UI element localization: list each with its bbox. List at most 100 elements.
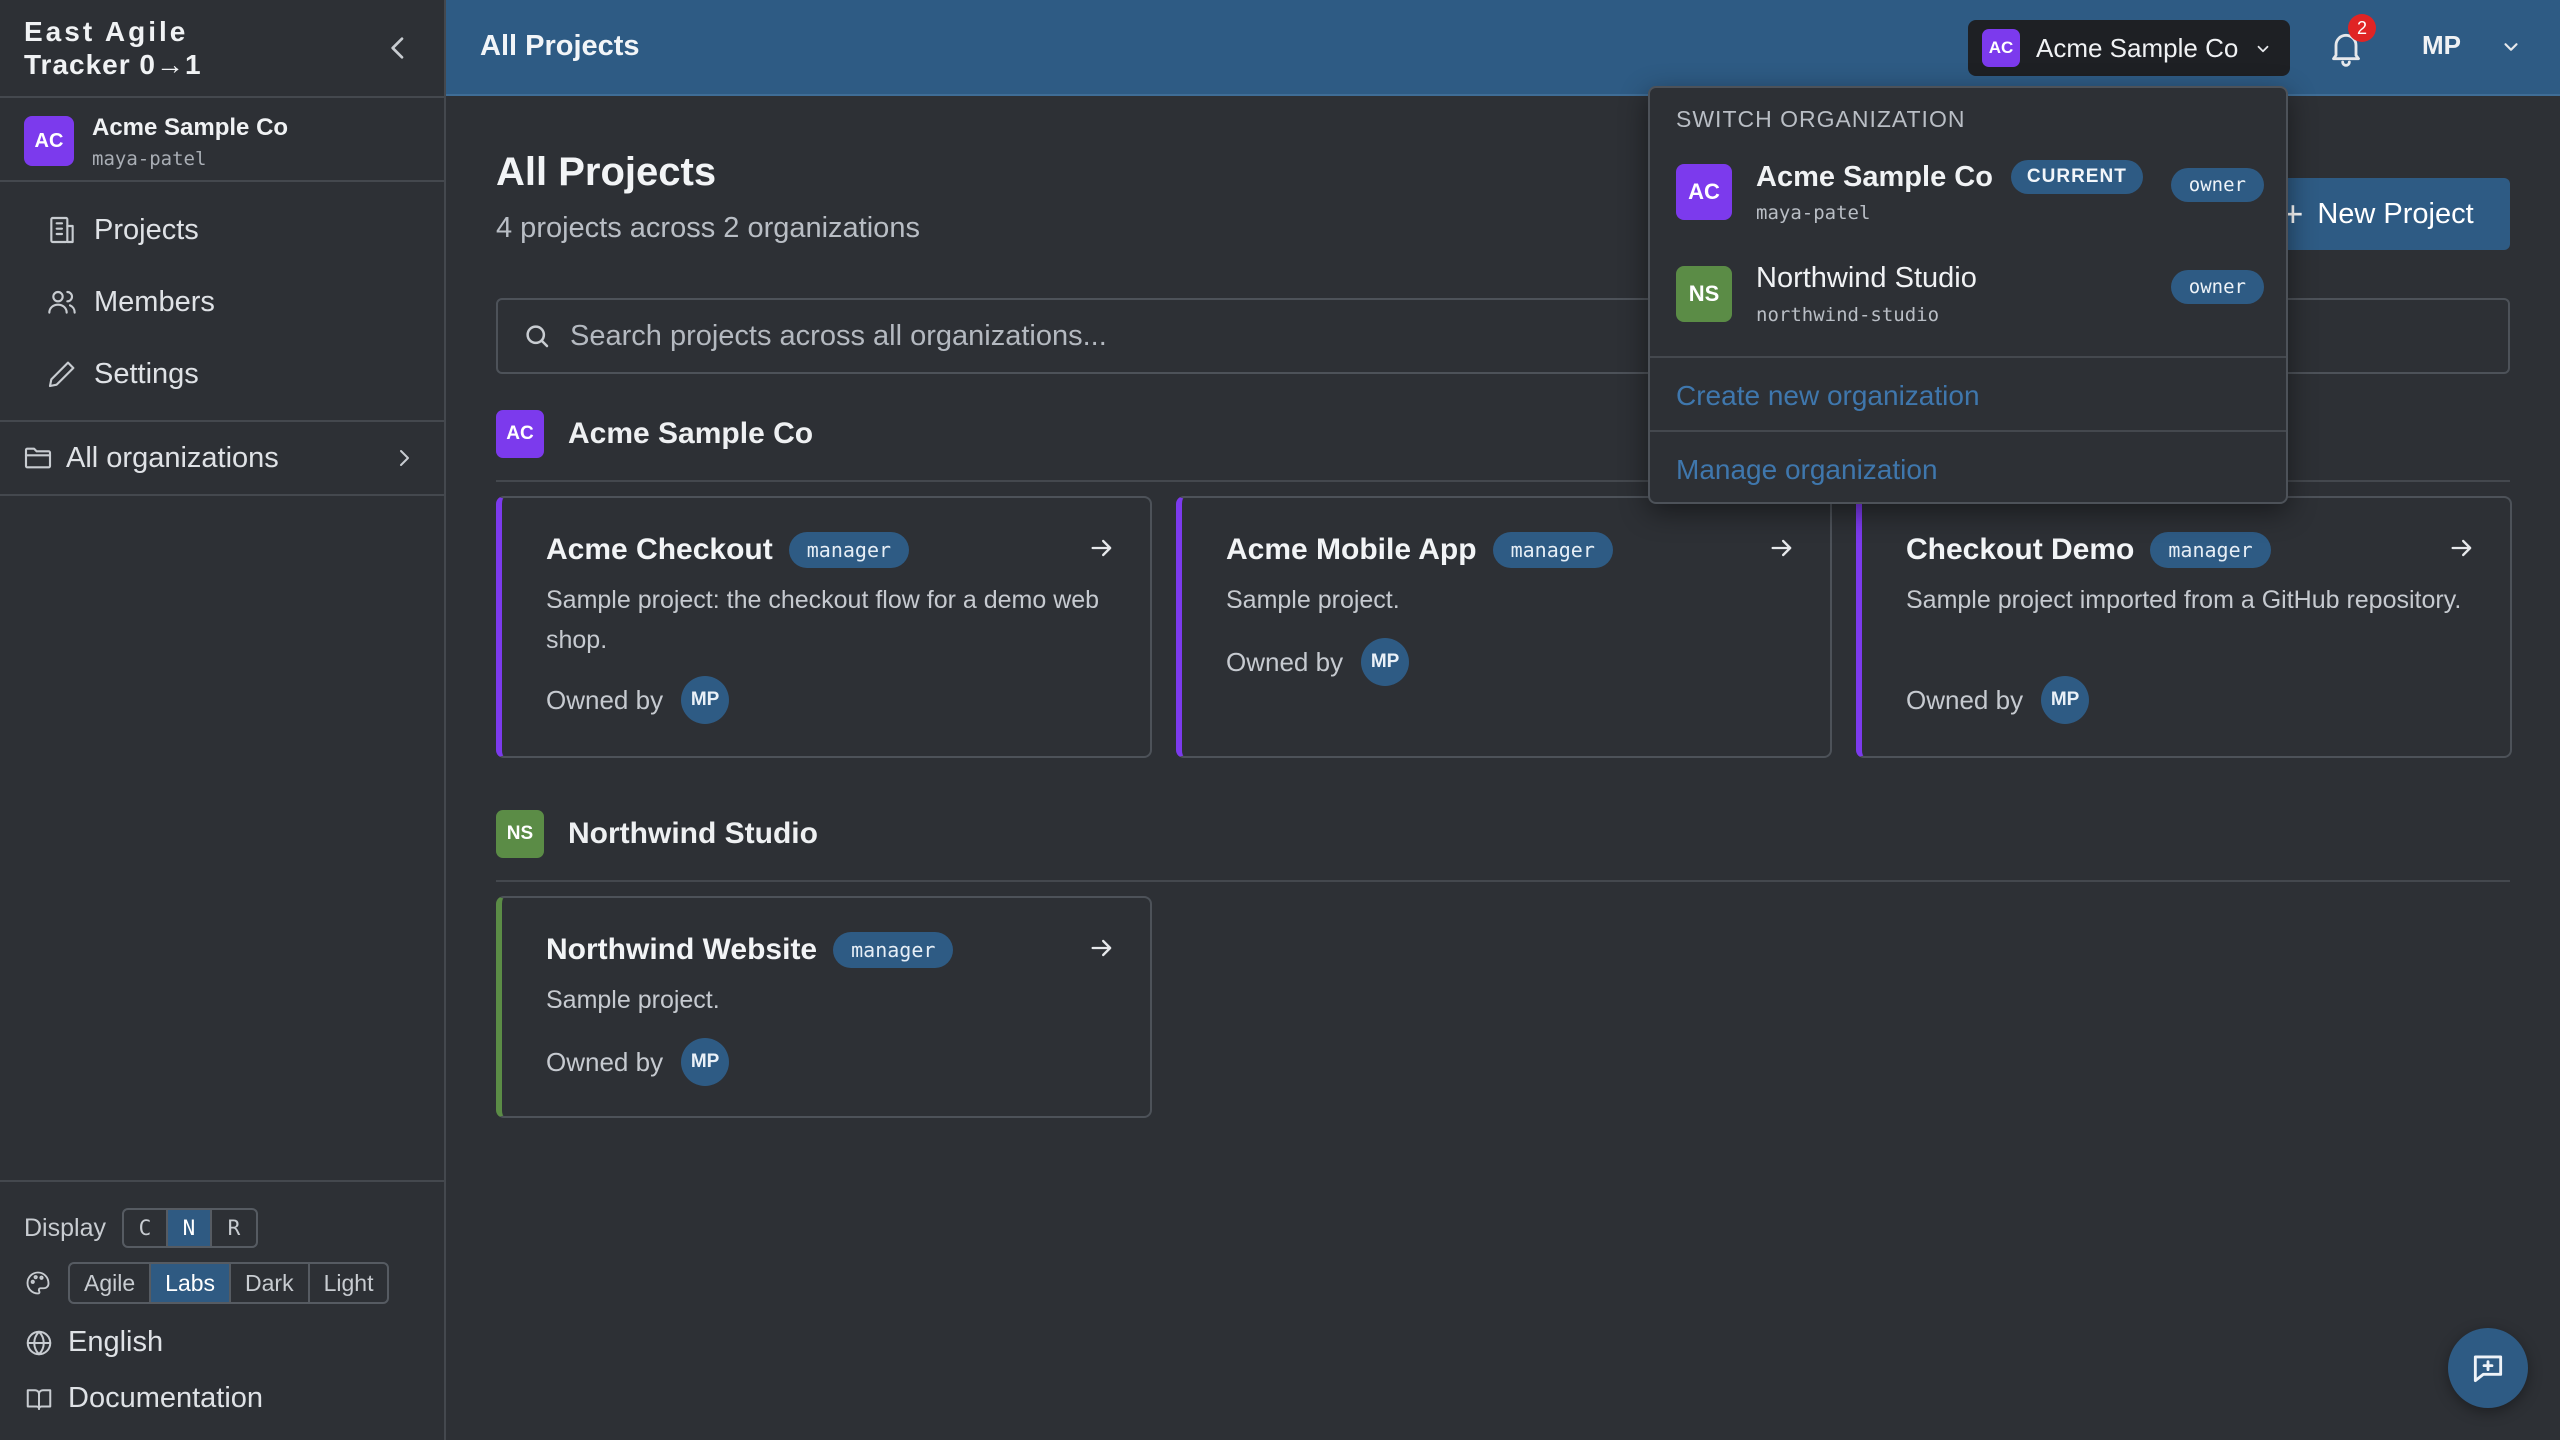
org-option-label: Acme Sample Co bbox=[1756, 160, 1993, 193]
role-badge: manager bbox=[788, 532, 910, 568]
theme-option-light[interactable]: Light bbox=[310, 1264, 388, 1302]
current-org[interactable]: AC Acme Sample Co maya-patel bbox=[0, 98, 444, 182]
new-project-label: New Project bbox=[2317, 197, 2474, 230]
display-option-n[interactable]: N bbox=[167, 1210, 212, 1246]
chevron-right-icon bbox=[400, 450, 409, 466]
all-organizations-link[interactable]: All organizations bbox=[0, 422, 444, 496]
project-card[interactable]: Northwind Website manager Sample project… bbox=[496, 896, 1152, 1118]
org-option-acme[interactable]: AC Acme Sample Co CURRENT maya-patel own… bbox=[1650, 140, 2286, 240]
project-name[interactable]: Northwind Website bbox=[546, 933, 817, 967]
avatar: MP bbox=[1361, 638, 1410, 686]
display-option-r[interactable]: R bbox=[212, 1210, 256, 1246]
org-section-header: NS Northwind Studio bbox=[496, 808, 2510, 882]
owned-by-label: Owned by bbox=[546, 684, 664, 715]
arrow-right-icon[interactable] bbox=[1768, 534, 1796, 562]
project-owner: Owned by MP bbox=[546, 1038, 730, 1086]
documentation-label: Documentation bbox=[68, 1382, 264, 1414]
users-icon bbox=[48, 290, 76, 314]
project-card[interactable]: Checkout Demo manager Sample project imp… bbox=[1856, 496, 2512, 758]
org-section-name: Acme Sample Co bbox=[568, 417, 814, 450]
org-avatar: AC bbox=[1982, 29, 2020, 67]
owned-by-label: Owned by bbox=[1906, 684, 2024, 715]
project-owner: Owned by MP bbox=[1906, 676, 2090, 724]
all-organizations-label: All organizations bbox=[66, 441, 279, 474]
collapse-sidebar-icon[interactable] bbox=[382, 32, 414, 64]
arrow-right-icon[interactable] bbox=[1088, 534, 1116, 562]
org-avatar: AC bbox=[1676, 164, 1732, 220]
page-title: All Projects bbox=[496, 150, 717, 194]
org-avatar: NS bbox=[496, 810, 544, 858]
owned-by-label: Owned by bbox=[546, 1046, 664, 1077]
avatar: MP bbox=[681, 676, 730, 724]
project-card-title: Acme Checkout manager bbox=[546, 532, 910, 568]
project-description: Sample project. bbox=[1226, 586, 1400, 614]
display-option-c[interactable]: C bbox=[124, 1210, 168, 1246]
display-label: Display bbox=[24, 1213, 106, 1242]
theme-option-labs[interactable]: Labs bbox=[151, 1264, 232, 1302]
org-name: Acme Sample Co bbox=[92, 114, 289, 141]
building-icon bbox=[50, 216, 74, 244]
project-card[interactable]: Acme Mobile App manager Sample project. … bbox=[1176, 496, 1832, 758]
project-owner: Owned by MP bbox=[546, 676, 730, 724]
brand-product: Tracker 0→1 bbox=[24, 49, 202, 80]
owned-by-label: Owned by bbox=[1226, 646, 1344, 677]
brand: East Agile Tracker 0→1 bbox=[0, 0, 444, 98]
display-density: Display C N R bbox=[24, 1208, 258, 1248]
sidebar-item-label: Projects bbox=[94, 213, 199, 246]
top-bar: All Projects AC Acme Sample Co 2 MP bbox=[446, 0, 2560, 96]
theme-toggle: Agile Labs Dark Light bbox=[68, 1262, 390, 1304]
globe-icon bbox=[26, 1330, 52, 1355]
project-description: Sample project: the checkout flow for a … bbox=[546, 586, 1100, 654]
chevron-down-icon[interactable] bbox=[2500, 36, 2522, 58]
org-option-northwind[interactable]: NS Northwind Studio northwind-studio own… bbox=[1650, 242, 2286, 342]
org-option-slug: maya-patel bbox=[1756, 202, 1871, 224]
org-slug: maya-patel bbox=[92, 148, 207, 170]
role-badge: owner bbox=[2170, 168, 2264, 202]
project-name[interactable]: Checkout Demo bbox=[1906, 533, 2134, 567]
org-option-name: Northwind Studio bbox=[1756, 262, 1977, 295]
create-organization-link[interactable]: Create new organization bbox=[1676, 380, 1980, 412]
role-badge: manager bbox=[2150, 532, 2271, 568]
project-owner: Owned by MP bbox=[1226, 638, 1410, 686]
divider bbox=[1650, 356, 2286, 358]
sidebar-item-projects[interactable]: Projects bbox=[0, 194, 444, 266]
search-icon bbox=[526, 325, 549, 348]
arrow-right-icon[interactable] bbox=[1088, 934, 1116, 962]
org-switcher-button[interactable]: AC Acme Sample Co bbox=[1968, 20, 2290, 76]
language-link[interactable]: English bbox=[24, 1326, 163, 1359]
notification-count-badge: 2 bbox=[2348, 14, 2376, 42]
user-menu-button[interactable]: MP bbox=[2422, 30, 2461, 61]
current-badge: CURRENT bbox=[2010, 160, 2143, 194]
feedback-chat-button[interactable] bbox=[2448, 1328, 2528, 1408]
dropdown-heading: SWITCH ORGANIZATION bbox=[1676, 106, 1966, 132]
display-toggle: C N R bbox=[121, 1208, 258, 1248]
theme-option-dark[interactable]: Dark bbox=[231, 1264, 310, 1302]
theme-option-agile[interactable]: Agile bbox=[70, 1264, 152, 1302]
project-card[interactable]: Acme Checkout manager Sample project: th… bbox=[496, 496, 1152, 758]
language-label: English bbox=[68, 1326, 164, 1358]
project-name[interactable]: Acme Mobile App bbox=[1226, 533, 1477, 567]
theme-row: Agile Labs Dark Light bbox=[24, 1262, 390, 1304]
org-avatar: NS bbox=[1676, 266, 1732, 322]
chat-plus-icon bbox=[2473, 1355, 2503, 1383]
arrow-right-icon[interactable] bbox=[2448, 534, 2476, 562]
book-icon bbox=[26, 1388, 52, 1410]
sidebar-item-label: Settings bbox=[94, 357, 199, 390]
role-badge: manager bbox=[833, 932, 954, 968]
org-option-slug: northwind-studio bbox=[1756, 304, 1940, 326]
project-name[interactable]: Acme Checkout bbox=[546, 533, 773, 567]
role-badge: owner bbox=[2170, 270, 2264, 304]
chevron-down-icon bbox=[2257, 45, 2269, 53]
role-badge: manager bbox=[1492, 532, 1613, 568]
project-card-title: Checkout Demo manager bbox=[1906, 532, 2271, 568]
org-option-label: Northwind Studio bbox=[1756, 262, 1977, 294]
org-avatar: AC bbox=[24, 116, 74, 166]
palette-icon bbox=[26, 1271, 50, 1295]
org-switcher-label: Acme Sample Co bbox=[2036, 32, 2239, 63]
documentation-link[interactable]: Documentation bbox=[24, 1382, 263, 1415]
project-description: Sample project imported from a GitHub re… bbox=[1906, 586, 2462, 614]
sidebar-item-settings[interactable]: Settings bbox=[0, 338, 444, 410]
sidebar: East Agile Tracker 0→1 AC Acme Sample Co… bbox=[0, 0, 446, 1440]
sidebar-item-members[interactable]: Members bbox=[0, 266, 444, 338]
manage-organization-link[interactable]: Manage organization bbox=[1676, 454, 1938, 486]
